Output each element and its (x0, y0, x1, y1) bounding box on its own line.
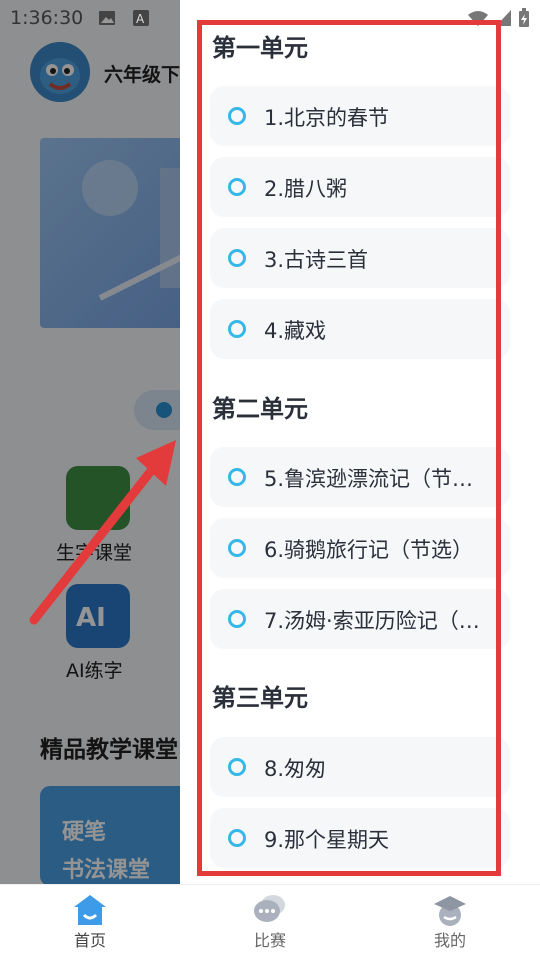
graduation-cap-icon (434, 896, 466, 926)
annotation-highlight-box (197, 20, 501, 876)
chat-bubble-icon (254, 895, 285, 922)
nav-label-home: 首页 (73, 931, 106, 950)
nav-label-profile: 我的 (433, 931, 466, 950)
font-icon: A (133, 10, 149, 26)
image-icon (99, 11, 115, 25)
battery-icon (519, 8, 529, 27)
nav-label-contest: 比赛 (253, 931, 286, 950)
bottom-nav: 首页 比赛 我的 (0, 884, 540, 960)
status-time: 1:36:30 (10, 7, 84, 29)
nav-item-contest[interactable]: 比赛 (180, 885, 360, 960)
nav-item-profile[interactable]: 我的 (360, 885, 540, 960)
svg-text:A: A (136, 12, 145, 26)
home-icon (74, 895, 106, 925)
nav-item-home[interactable]: 首页 (0, 885, 180, 960)
